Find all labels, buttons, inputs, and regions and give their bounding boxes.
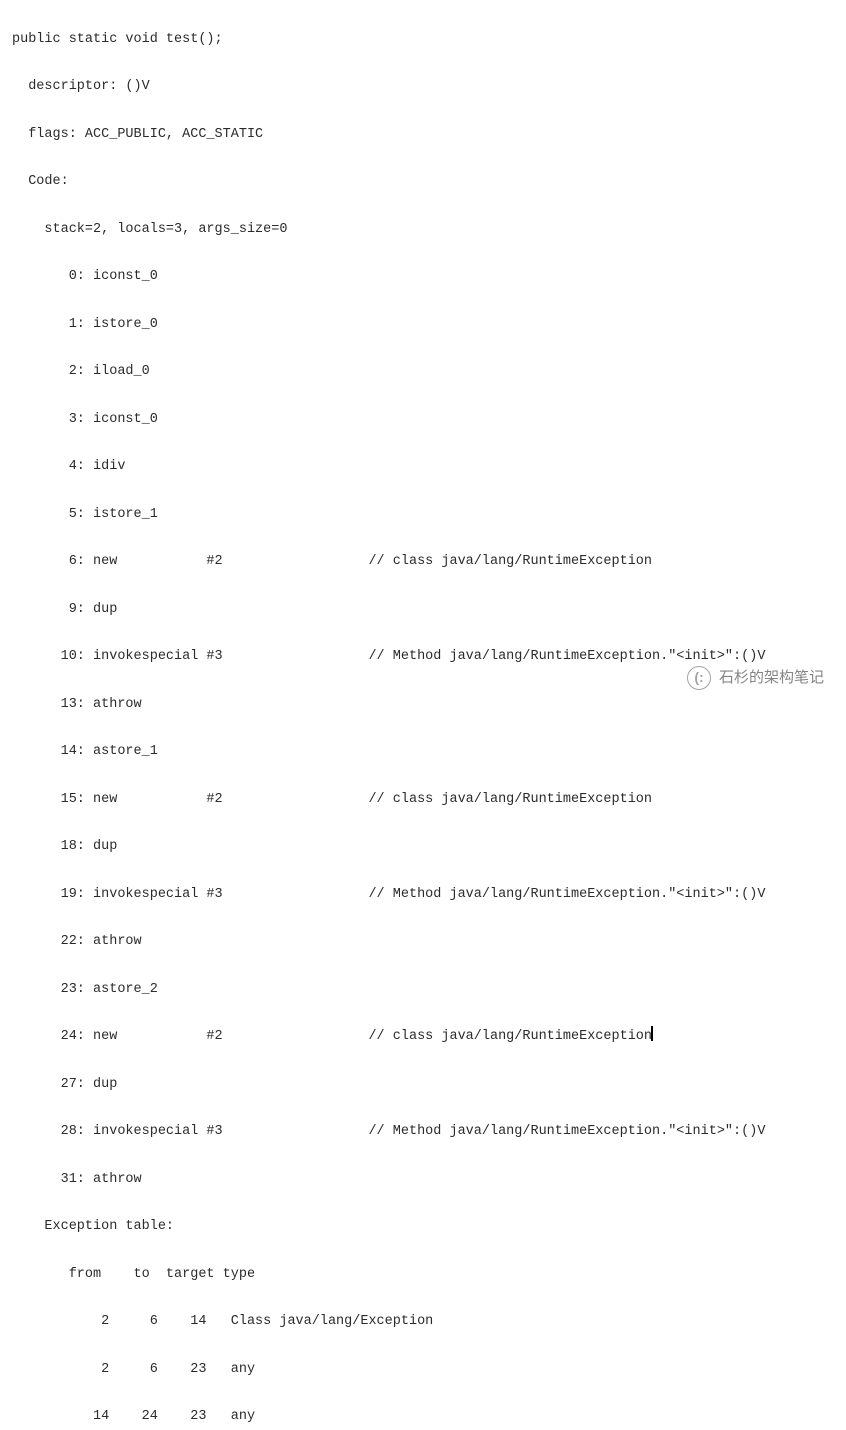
instruction: 2: iload_0 <box>12 360 846 384</box>
code-label: Code: <box>12 170 846 194</box>
instruction: 15: new #2 // class java/lang/RuntimeExc… <box>12 788 846 812</box>
bytecode-listing: public static void test(); descriptor: (… <box>0 0 846 1430</box>
instruction: 19: invokespecial #3 // Method java/lang… <box>12 883 846 907</box>
instruction: 13: athrow <box>12 693 846 717</box>
descriptor-line: descriptor: ()V <box>12 75 846 99</box>
exception-table-label: Exception table: <box>12 1215 846 1239</box>
instruction: 4: idiv <box>12 455 846 479</box>
instruction: 14: astore_1 <box>12 740 846 764</box>
instruction: 27: dup <box>12 1073 846 1097</box>
instruction: 6: new #2 // class java/lang/RuntimeExce… <box>12 550 846 574</box>
instruction-with-cursor: 24: new #2 // class java/lang/RuntimeExc… <box>12 1025 846 1049</box>
instruction: 23: astore_2 <box>12 978 846 1002</box>
flags-line: flags: ACC_PUBLIC, ACC_STATIC <box>12 123 846 147</box>
exception-table-row: 2 6 14 Class java/lang/Exception <box>12 1310 846 1334</box>
instruction-text: 24: new #2 // class java/lang/RuntimeExc… <box>12 1029 652 1044</box>
exception-table-row: 14 24 23 any <box>12 1405 846 1429</box>
method-signature: public static void test(); <box>12 28 846 52</box>
wechat-icon-glyph: (: <box>694 665 703 690</box>
instruction: 18: dup <box>12 835 846 859</box>
exception-table-header: from to target type <box>12 1263 846 1287</box>
watermark: (: 石杉的架构笔记 <box>687 665 824 691</box>
instruction: 28: invokespecial #3 // Method java/lang… <box>12 1120 846 1144</box>
instruction: 31: athrow <box>12 1168 846 1192</box>
stack-line: stack=2, locals=3, args_size=0 <box>12 218 846 242</box>
instruction: 0: iconst_0 <box>12 265 846 289</box>
instruction: 9: dup <box>12 598 846 622</box>
instruction: 5: istore_1 <box>12 503 846 527</box>
instruction: 3: iconst_0 <box>12 408 846 432</box>
wechat-icon: (: <box>687 666 711 690</box>
exception-table-row: 2 6 23 any <box>12 1358 846 1382</box>
watermark-text: 石杉的架构笔记 <box>719 665 824 691</box>
text-cursor <box>651 1026 653 1041</box>
instruction: 1: istore_0 <box>12 313 846 337</box>
instruction: 22: athrow <box>12 930 846 954</box>
